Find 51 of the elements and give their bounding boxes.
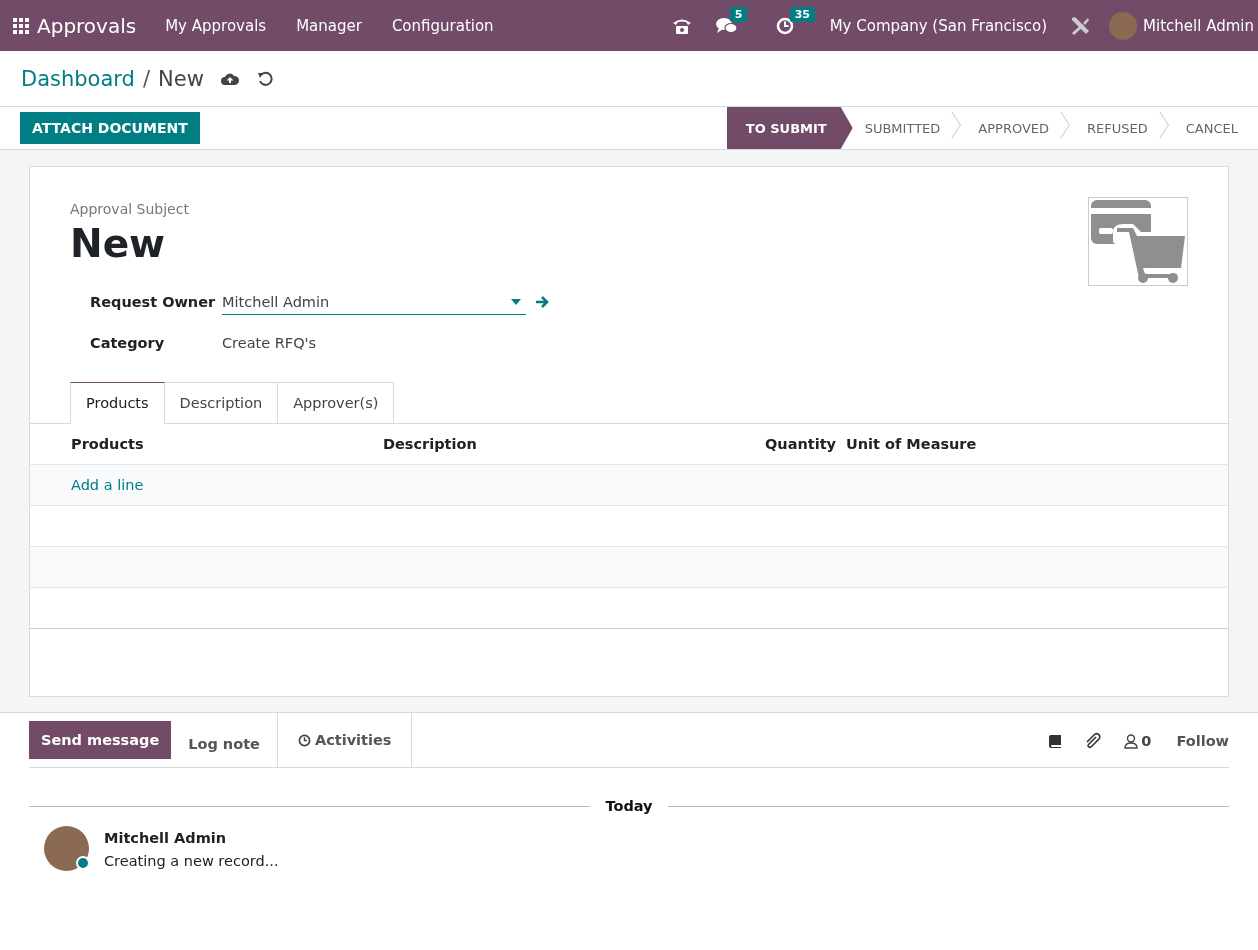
message-author: Mitchell Admin	[104, 830, 228, 846]
status-stage[interactable]: TO SUBMIT	[726, 107, 853, 149]
activities-button[interactable]: Activities	[276, 713, 413, 767]
user-name: Mitchell Admin	[1143, 16, 1254, 35]
followers-button[interactable]: 0	[1115, 727, 1161, 755]
breadcrumb-separator: /	[142, 66, 150, 91]
nav-menu-item[interactable]: Configuration	[376, 16, 509, 35]
paperclip-icon	[1084, 732, 1103, 750]
notebook-tab[interactable]: Description	[164, 381, 279, 423]
follow-button[interactable]: Follow	[1164, 733, 1229, 749]
user-menu[interactable]: Mitchell Admin	[1103, 11, 1254, 40]
clock-icon	[297, 733, 311, 747]
user-avatar	[1109, 11, 1138, 40]
record-title: New	[70, 221, 167, 268]
author-avatar	[44, 826, 89, 871]
undo-icon	[256, 70, 273, 87]
messages-button[interactable]: 5	[703, 5, 764, 46]
tools-icon	[1069, 14, 1092, 37]
app-name[interactable]: Approvals	[37, 13, 137, 38]
field-label: Category	[90, 335, 166, 352]
notebook-tab[interactable]: Approver(s)	[278, 381, 395, 423]
dropdown-caret-icon	[511, 298, 521, 305]
request-owner-field[interactable]: Mitchell Admin	[222, 289, 526, 315]
breadcrumb-current: New	[158, 66, 204, 91]
attach-document-button[interactable]: ATTACH DOCUMENT	[20, 112, 200, 144]
arrow-right-icon	[535, 295, 550, 310]
date-separator: Today	[604, 798, 654, 814]
activities-button[interactable]: 35	[763, 5, 820, 46]
cloud-upload-icon	[220, 71, 239, 86]
column-header[interactable]: Products	[30, 435, 383, 452]
clock-icon	[775, 16, 794, 35]
nav-menu-item[interactable]: Manager	[281, 16, 377, 35]
column-header[interactable]: Quantity	[765, 435, 840, 452]
activity-count-badge: 35	[789, 6, 815, 22]
log-note-button[interactable]: Log note	[171, 721, 277, 767]
send-message-button[interactable]: Send message	[29, 721, 172, 759]
book-icon	[1048, 734, 1063, 748]
grid-icon	[13, 17, 29, 34]
column-header[interactable]: Description	[383, 435, 765, 452]
field-label: Approval Subject	[70, 201, 190, 217]
nav-menu-item[interactable]: My Approvals	[150, 16, 282, 35]
company-switcher[interactable]: My Company (San Francisco)	[819, 16, 1058, 35]
column-header[interactable]: Unit of Measure	[840, 435, 1228, 452]
notebook-tab[interactable]: Products	[70, 381, 165, 424]
breadcrumb-link[interactable]: Dashboard	[21, 66, 135, 91]
message-count-badge: 5	[729, 6, 748, 22]
person-icon	[1124, 733, 1139, 749]
field-label: Request Owner	[90, 294, 217, 311]
message-text: Creating a new record...	[104, 853, 279, 869]
add-line-link[interactable]: Add a line	[71, 476, 144, 493]
category-value: Create RFQ's	[222, 335, 317, 352]
